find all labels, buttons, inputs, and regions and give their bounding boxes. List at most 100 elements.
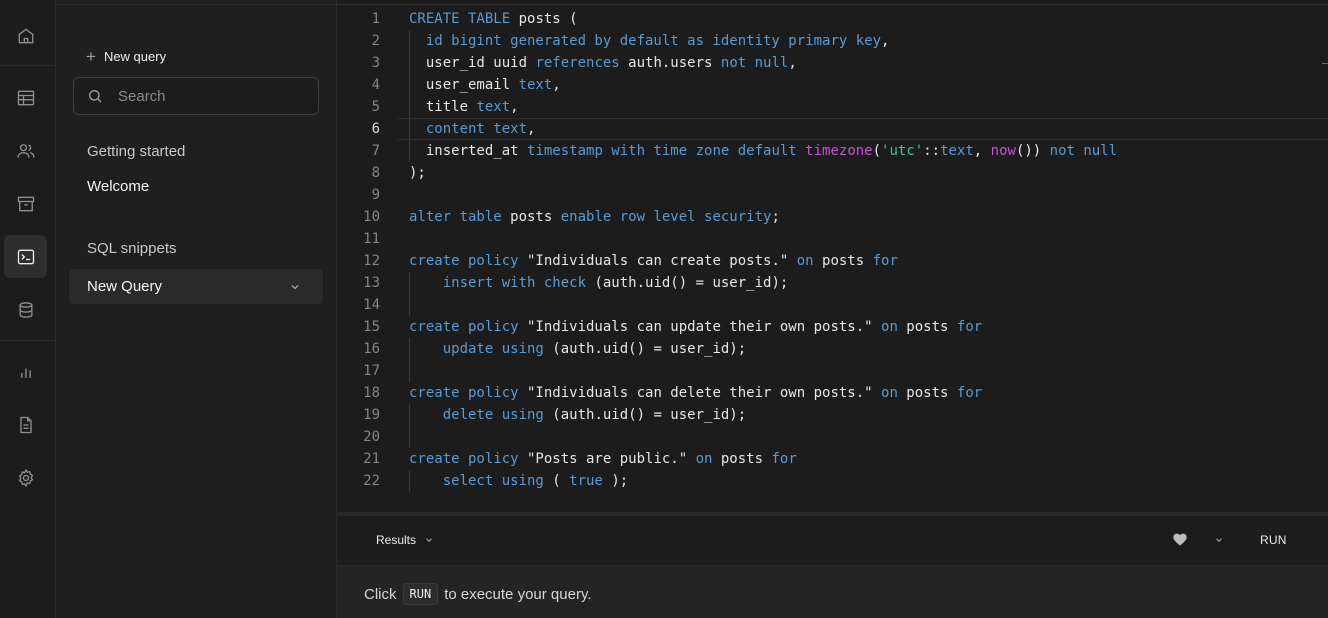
code-line[interactable]: 10 alter table posts enable row level sec… [337, 206, 1328, 228]
code-line[interactable]: 8); [337, 162, 1328, 184]
table-editor-icon[interactable] [4, 76, 47, 119]
line-text: user_email text, [409, 74, 561, 96]
run-kbd-badge: RUN [402, 583, 439, 605]
snippet-item-label: New Query [87, 278, 163, 295]
line-number: 17 [363, 363, 380, 379]
new-query-label: New query [103, 48, 167, 64]
code-token: , [510, 99, 519, 115]
code-token: not null [720, 55, 789, 71]
code-line[interactable]: 9 [337, 184, 1328, 206]
code-token: auth.users [619, 55, 721, 71]
sql-sidebar: + New query Getting started Welcome SQL … [56, 0, 337, 618]
code-line[interactable]: 21 create policy "Posts are public." on p… [337, 448, 1328, 470]
line-text: create policy "Individuals can create po… [409, 250, 898, 272]
new-query-button[interactable]: + New query [86, 46, 166, 66]
code-token: update using [442, 341, 544, 357]
line-text: create policy "Individuals can update th… [409, 316, 982, 338]
code-token: content text [425, 121, 528, 137]
code-token: , [973, 143, 991, 159]
line-text: delete using (auth.uid() = user_id); [409, 404, 746, 426]
line-number: 21 [363, 451, 380, 467]
code-line[interactable]: 14 [337, 294, 1328, 316]
hint-text-before: Click [364, 585, 397, 603]
line-text: user_id uuid references auth.users not n… [409, 52, 797, 74]
code-token: delete using [442, 407, 544, 423]
code-line[interactable]: 15 create policy "Individuals can update … [337, 316, 1328, 338]
code-line[interactable]: 7 inserted_at timestamp with time zone d… [337, 140, 1328, 162]
line-text: alter table posts enable row level secur… [409, 206, 780, 228]
code-line[interactable]: 19 delete using (auth.uid() = user_id); [337, 404, 1328, 426]
users-icon[interactable] [4, 129, 47, 172]
code-line[interactable]: 1 CREATE TABLE posts ( [337, 8, 1328, 30]
code-token: inserted_at [409, 143, 528, 159]
line-number: 3 [371, 55, 380, 71]
code-line[interactable]: 6 content text, [337, 118, 1328, 140]
heart-icon[interactable] [1172, 532, 1188, 548]
line-number: 5 [371, 99, 380, 115]
code-token: "Individuals can create posts." [518, 253, 797, 269]
line-number: 18 [363, 385, 380, 401]
code-line[interactable]: 2 id bigint generated by default as iden… [337, 30, 1328, 52]
settings-icon[interactable] [4, 456, 47, 499]
home-icon[interactable] [4, 14, 47, 57]
line-number: 8 [371, 165, 380, 181]
line-number: 4 [371, 77, 380, 93]
code-token: for [771, 451, 797, 467]
snippet-item-new-query[interactable]: New Query [69, 269, 323, 304]
line-number: 13 [363, 275, 380, 291]
code-line[interactable]: 22 select using ( true ); [337, 470, 1328, 492]
code-line[interactable]: 3 user_id uuid references auth.users not… [337, 52, 1328, 74]
line-number: 15 [363, 319, 380, 335]
sql-editor-icon[interactable] [4, 235, 47, 278]
database-icon[interactable] [4, 288, 47, 331]
code-token: user_id uuid [409, 55, 536, 71]
chevron-down-icon[interactable] [1214, 535, 1224, 545]
code-token: on [695, 451, 713, 467]
code-line[interactable]: 12 create policy "Individuals can create … [337, 250, 1328, 272]
results-panel: Click RUN to execute your query. [337, 566, 1328, 618]
code-token: user_email [409, 77, 519, 93]
code-token: posts [813, 253, 873, 269]
code-token: insert with check [442, 275, 587, 291]
code-token: title [409, 99, 477, 115]
code-token: alter table [409, 209, 502, 225]
line-number: 14 [363, 297, 380, 313]
code-line[interactable]: 11 [337, 228, 1328, 250]
code-token: (auth.uid() = user_id); [543, 407, 747, 423]
line-text: select using ( true ); [409, 470, 628, 492]
line-number: 22 [363, 473, 380, 489]
results-tab[interactable]: Results [376, 533, 434, 547]
code-token: for [956, 385, 983, 401]
code-token: on [881, 385, 898, 401]
search-box [73, 77, 319, 115]
code-editor[interactable]: 1 CREATE TABLE posts (2 id bigint generat… [337, 0, 1328, 512]
run-hint: Click RUN to execute your query. [364, 583, 592, 605]
line-number: 2 [371, 33, 380, 49]
code-line[interactable]: 13 insert with check (auth.uid() = user_… [337, 272, 1328, 294]
code-line[interactable]: 5 title text, [337, 96, 1328, 118]
search-input[interactable] [116, 86, 300, 106]
welcome-item[interactable]: Welcome [87, 178, 149, 195]
code-token: 'utc' [881, 143, 924, 159]
code-token: , [881, 33, 890, 49]
results-tab-label: Results [376, 533, 417, 547]
chevron-down-icon[interactable] [289, 281, 301, 293]
code-token: posts [501, 209, 561, 225]
code-token: create policy [409, 451, 519, 467]
line-text: ); [409, 162, 426, 184]
code-line[interactable]: 18 create policy "Individuals can delete … [337, 382, 1328, 404]
code-token: , [527, 121, 536, 137]
code-token: "Posts are public." [518, 451, 696, 467]
code-token: create policy [409, 319, 519, 335]
run-button[interactable]: RUN [1260, 533, 1287, 547]
code-line[interactable]: 17 [337, 360, 1328, 382]
code-token: , [788, 55, 797, 71]
code-line[interactable]: 4 user_email text, [337, 74, 1328, 96]
code-line[interactable]: 20 [337, 426, 1328, 448]
reports-icon[interactable] [4, 350, 47, 393]
line-text: CREATE TABLE posts ( [409, 8, 578, 30]
storage-icon[interactable] [4, 182, 47, 225]
docs-icon[interactable] [4, 403, 47, 446]
code-line[interactable]: 16 update using (auth.uid() = user_id); [337, 338, 1328, 360]
